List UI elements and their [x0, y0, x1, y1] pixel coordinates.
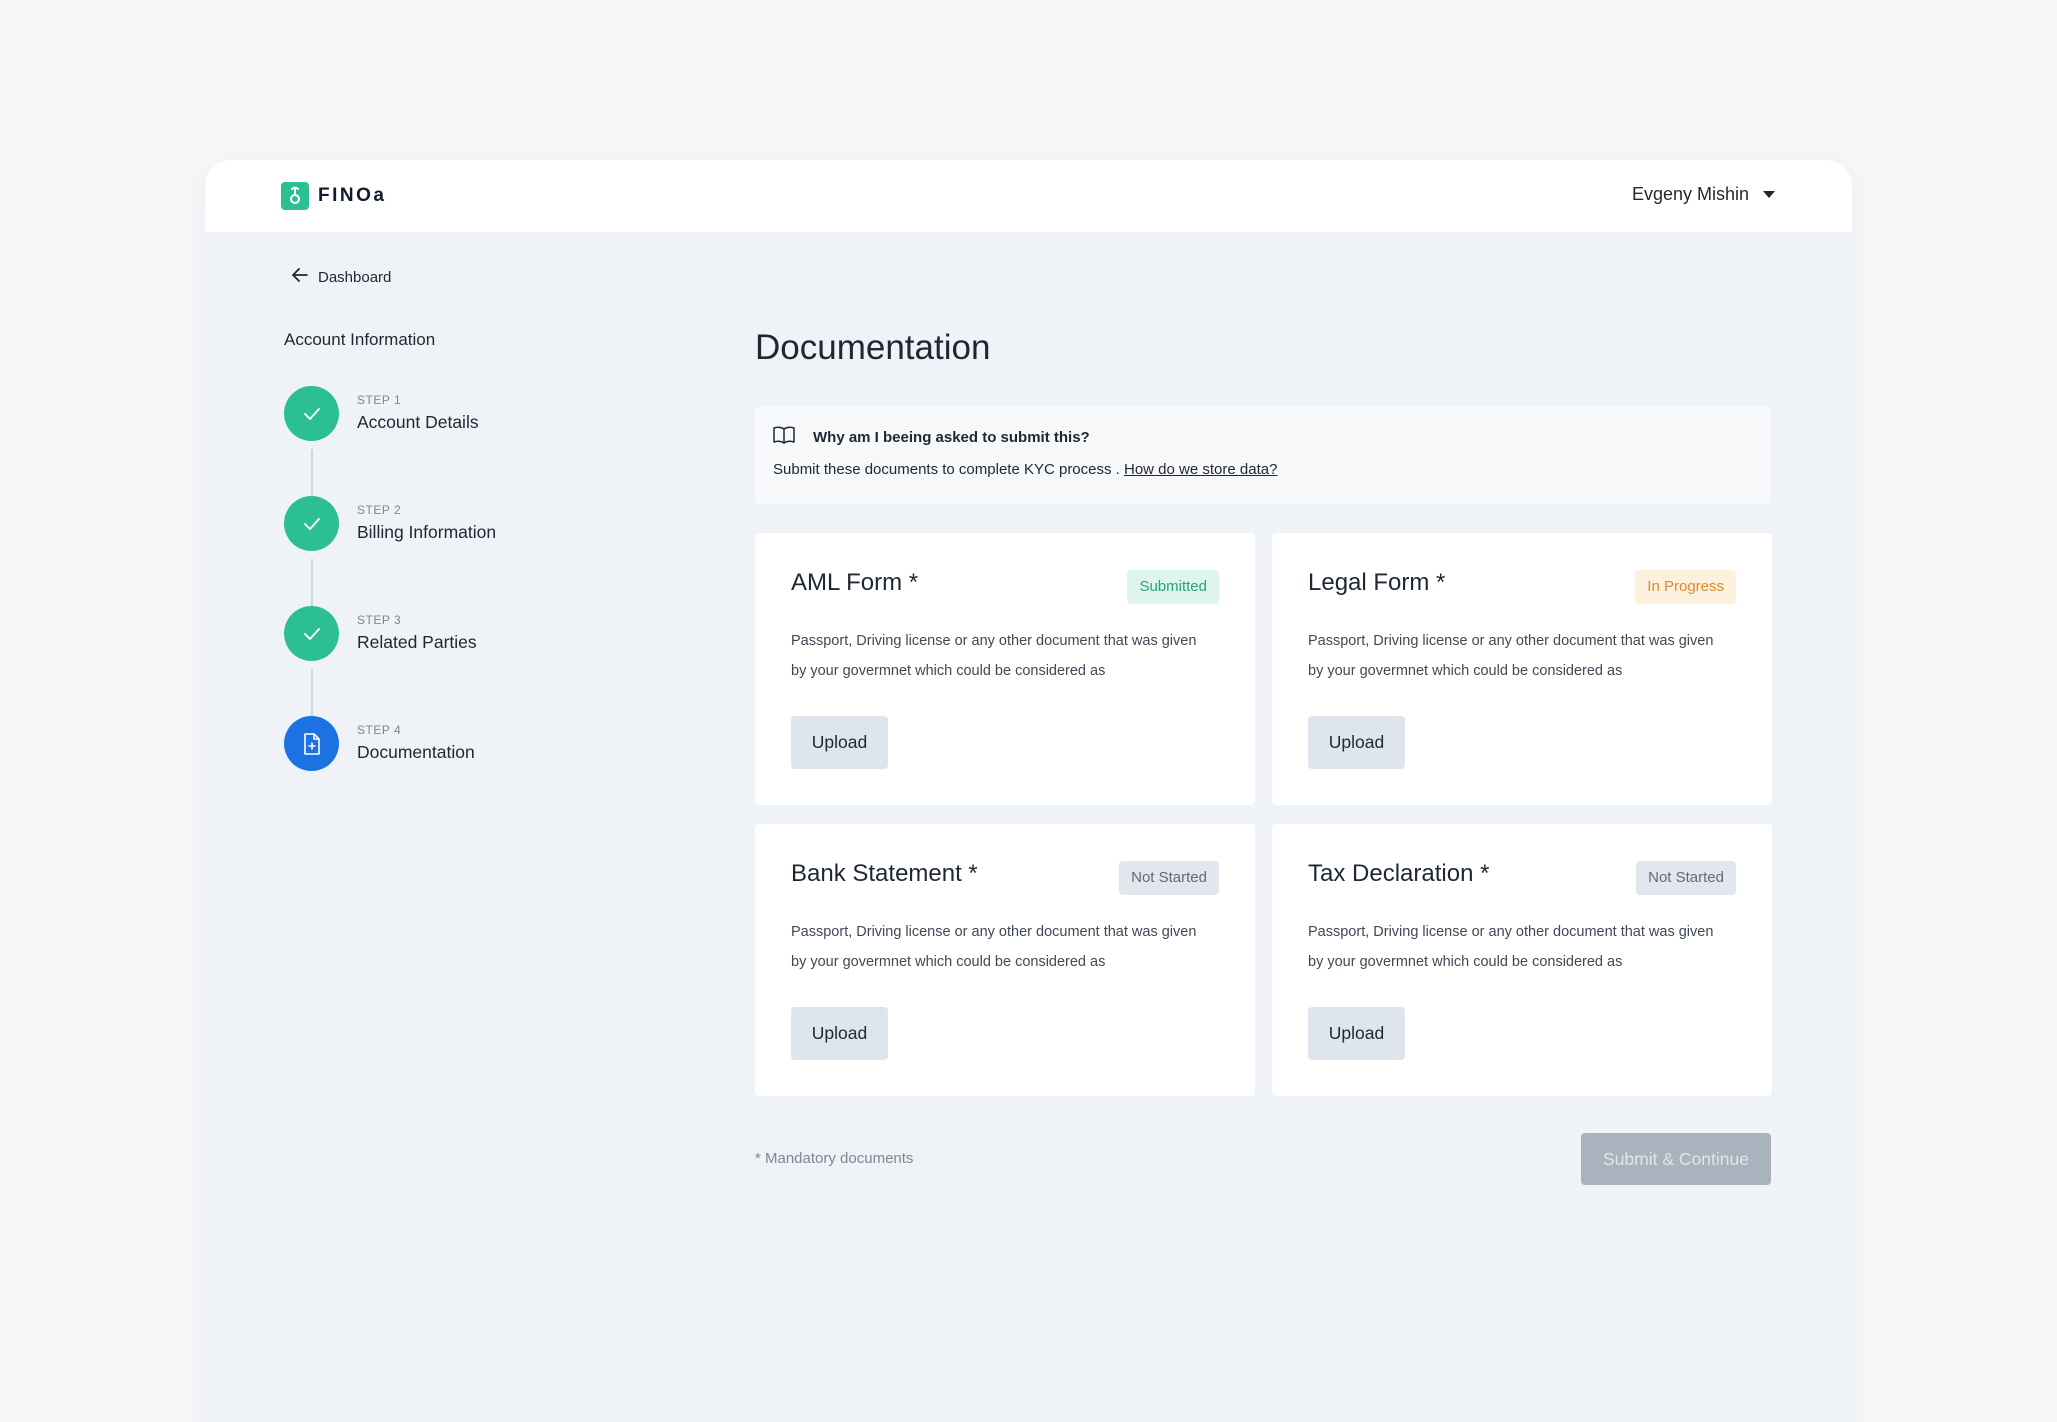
brand-logo[interactable]: FINOa	[281, 182, 386, 210]
upload-button[interactable]: Upload	[1308, 1007, 1405, 1060]
mandatory-footnote: * Mandatory documents	[755, 1150, 914, 1167]
data-storage-link[interactable]: How do we store data?	[1124, 461, 1277, 478]
finoa-logo-icon	[281, 182, 309, 210]
user-menu[interactable]: Evgeny Mishin	[1632, 184, 1775, 205]
info-question: Why am I beeing asked to submit this?	[813, 429, 1090, 446]
sidebar-heading: Account Information	[284, 330, 436, 349]
step-title: Documentation	[357, 742, 475, 762]
info-text: Submit these documents to complete KYC p…	[773, 461, 1277, 478]
page-title: Documentation	[755, 328, 991, 367]
step-number: STEP 4	[357, 723, 402, 737]
back-link-label: Dashboard	[318, 269, 392, 286]
step-account-details[interactable]: STEP 1 Account Details	[284, 386, 644, 442]
caret-down-icon	[1763, 190, 1775, 199]
app-window: FINOa Evgeny Mishin Dashboard Account In…	[205, 160, 1852, 1422]
check-icon	[284, 386, 339, 441]
upload-button[interactable]: Upload	[791, 716, 888, 769]
check-icon	[284, 606, 339, 661]
step-number: STEP 3	[357, 613, 402, 627]
document-card-aml-form: AML Form * Submitted Passport, Driving l…	[755, 533, 1255, 805]
back-to-dashboard-link[interactable]: Dashboard	[292, 268, 391, 287]
status-badge: Not Started	[1119, 861, 1219, 895]
step-number: STEP 2	[357, 503, 402, 517]
info-box: Why am I beeing asked to submit this? Su…	[755, 406, 1771, 504]
user-name: Evgeny Mishin	[1631, 184, 1749, 204]
card-description: Passport, Driving license or any other d…	[791, 924, 1197, 970]
step-documentation[interactable]: STEP 4 Documentation	[284, 716, 644, 772]
card-description: Passport, Driving license or any other d…	[791, 633, 1197, 679]
status-badge: In Progress	[1635, 570, 1736, 604]
upload-button[interactable]: Upload	[791, 1007, 888, 1060]
card-title: Tax Declaration *	[1308, 860, 1490, 887]
document-card-bank-statement: Bank Statement * Not Started Passport, D…	[755, 824, 1255, 1096]
card-description: Passport, Driving license or any other d…	[1308, 924, 1714, 970]
card-title: Legal Form *	[1308, 569, 1446, 596]
step-billing-information[interactable]: STEP 2 Billing Information	[284, 496, 644, 552]
step-number: STEP 1	[357, 393, 402, 407]
submit-continue-button[interactable]: Submit & Continue	[1581, 1133, 1771, 1185]
card-title: AML Form *	[791, 569, 919, 596]
check-icon	[284, 496, 339, 551]
status-badge: Not Started	[1636, 861, 1736, 895]
card-description: Passport, Driving license or any other d…	[1308, 633, 1714, 679]
step-related-parties[interactable]: STEP 3 Related Parties	[284, 606, 644, 662]
step-title: Account Details	[357, 412, 479, 432]
document-add-icon	[284, 716, 339, 771]
upload-button[interactable]: Upload	[1308, 716, 1405, 769]
info-body-text: Submit these documents to complete KYC p…	[773, 461, 1124, 478]
top-bar: FINOa Evgeny Mishin	[205, 160, 1852, 232]
step-title: Related Parties	[357, 632, 477, 652]
book-icon	[773, 426, 795, 449]
document-card-tax-declaration: Tax Declaration * Not Started Passport, …	[1272, 824, 1772, 1096]
card-title: Bank Statement *	[791, 860, 978, 887]
document-card-legal-form: Legal Form * In Progress Passport, Drivi…	[1272, 533, 1772, 805]
step-title: Billing Information	[357, 522, 497, 542]
brand-name: FINOa	[318, 185, 387, 206]
arrow-left-icon	[292, 268, 308, 287]
status-badge: Submitted	[1127, 570, 1219, 604]
